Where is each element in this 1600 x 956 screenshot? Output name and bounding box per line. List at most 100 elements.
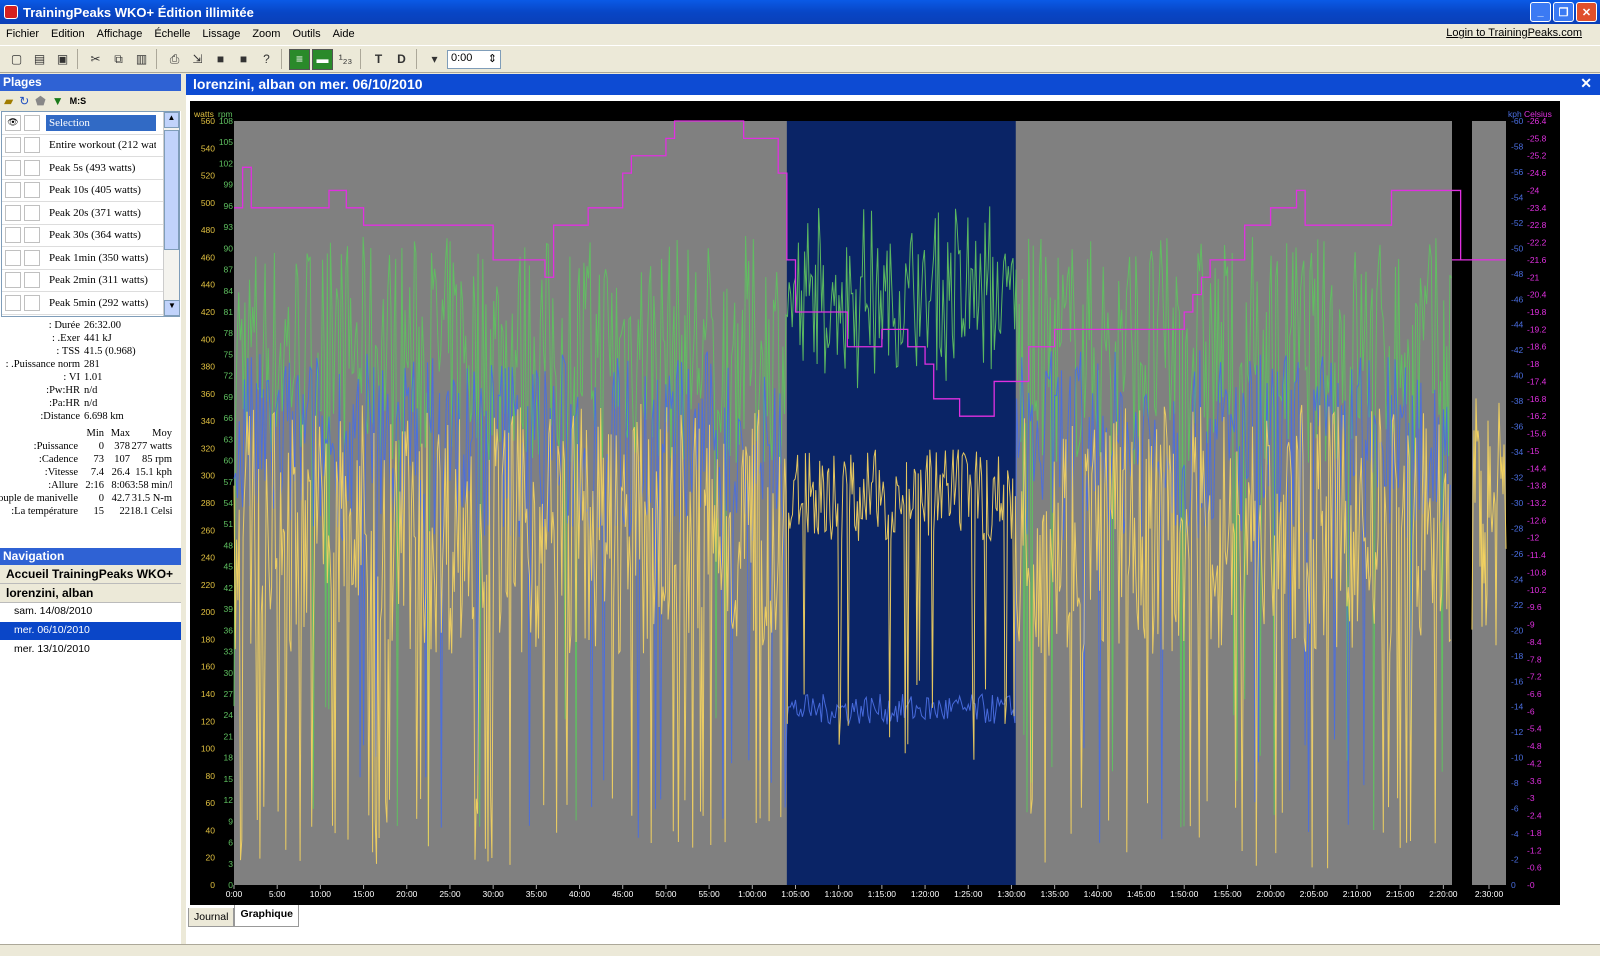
range-checkbox[interactable] [24,114,40,131]
time-tick-label: 5:00 [269,889,286,899]
celsius-tick: -14.4 [1527,463,1547,473]
eye-toggle[interactable] [5,137,21,154]
filter-icon[interactable]: ▼ [52,94,64,108]
dropdown-arrow-icon[interactable]: ▾ [424,49,445,70]
kph-tick: -12 [1511,727,1524,737]
tab-graphique[interactable]: Graphique [234,905,299,927]
watts-tick: 20 [206,853,216,863]
range-checkbox[interactable] [24,272,40,289]
kph-tick: -26 [1511,549,1524,559]
nav-date[interactable]: sam. 14/08/2010 [0,603,181,622]
nav-athlete[interactable]: lorenzini, alban [0,584,181,603]
copy-icon[interactable]: ⧉ [108,49,129,70]
range-checkbox[interactable] [24,204,40,221]
eye-icon[interactable]: 👁 [5,114,21,131]
workout-title: lorenzini, alban on mer. 06/10/2010 [193,76,423,92]
open-folder-icon[interactable]: ▤ [29,49,50,70]
eye-toggle[interactable] [5,182,21,199]
shield-icon[interactable]: ⬟ [35,94,45,108]
range-checkbox[interactable] [24,227,40,244]
menu-lissage[interactable]: Lissage [196,28,246,40]
range-checkbox[interactable] [24,182,40,199]
list-item[interactable]: Peak 5s (493 watts) [2,157,179,180]
chart-svg[interactable]: watts rpm kph Celsius0204060801001201401601… [190,101,1560,905]
login-link[interactable]: Login to TrainingPeaks.com [1446,27,1582,39]
rpm-tick: 6 [228,838,233,848]
rpm-tick: 78 [224,328,234,338]
watts-tick: 500 [201,198,215,208]
nav-date[interactable]: mer. 06/10/2010 [0,622,181,641]
distance-axis-icon[interactable]: D [391,49,412,70]
time-input[interactable]: 0:00 ⇕ [447,49,501,69]
menu-edition[interactable]: Edition [45,28,91,40]
close-icon[interactable]: ✕ [1580,75,1592,92]
scroll-up-icon[interactable]: ▲ [164,112,179,128]
new-file-icon[interactable]: ▢ [6,49,27,70]
menu-outils[interactable]: Outils [286,28,326,40]
kph-tick: -10 [1511,753,1524,763]
folder-icon[interactable]: ▰ [4,94,13,108]
list-item[interactable]: Entire workout (212 watts) [2,135,179,157]
list-item[interactable]: 👁 Selection [2,112,179,135]
tab-journal[interactable]: Journal [188,908,235,927]
list-item[interactable]: Peak 5min (292 watts) [2,292,179,315]
close-window-button[interactable]: ✕ [1576,2,1597,22]
eye-toggle[interactable] [5,227,21,244]
range-checkbox[interactable] [24,137,40,154]
ms-toggle[interactable]: M:S [70,96,87,106]
range-checkbox[interactable] [24,159,40,176]
list-item[interactable]: Peak 1min (350 watts) [2,247,179,270]
nav-home[interactable]: Accueil TrainingPeaks WKO+ [0,565,181,584]
summary-stats: Durée :26:32.00 Exer. :441 kJ TSS :41.5 … [0,317,181,518]
help-icon[interactable]: ? [256,49,277,70]
list-item[interactable]: Peak 2min (311 watts) [2,270,179,292]
rpm-tick: 81 [224,307,234,317]
watts-tick: 520 [201,171,215,181]
kph-tick: -16 [1511,676,1524,686]
restore-button[interactable]: ❐ [1553,2,1574,22]
list-item[interactable]: Peak 10s (405 watts) [2,180,179,202]
time-axis-icon[interactable]: T [368,49,389,70]
list-item[interactable]: Peak 30s (364 watts) [2,225,179,247]
kph-tick: -52 [1511,218,1524,228]
range-checkbox[interactable] [24,294,40,311]
kph-tick: -34 [1511,447,1524,457]
time-tick-label: 50:00 [655,889,677,899]
refresh-icon[interactable]: ↻ [19,94,29,108]
eye-toggle[interactable] [5,204,21,221]
watts-tick: 560 [201,116,215,126]
numeric-view-icon[interactable]: ¹₂₃ [335,49,356,70]
kph-tick: -38 [1511,396,1524,406]
menu-aide[interactable]: Aide [327,28,361,40]
range-list-scrollbar[interactable]: ▲ ▼ [163,112,179,316]
rpm-tick: 84 [224,286,234,296]
menu-echelle[interactable]: Échelle [148,28,196,40]
scroll-thumb[interactable] [164,130,179,250]
table-row: Vitesse: 7.4 26.4 15.1 kph [44,467,172,478]
graph-fill-icon[interactable]: ▬ [312,48,333,70]
eye-toggle[interactable] [5,294,21,311]
range-checkbox[interactable] [24,249,40,266]
nav-date[interactable]: mer. 13/10/2010 [0,641,181,660]
eye-toggle[interactable] [5,159,21,176]
save-icon[interactable]: ▣ [52,49,73,70]
workout-chart[interactable]: watts rpm kph Celsius 0 20 40 60 80 100 120 140 160 1… [190,101,1560,905]
graph-view-icon[interactable]: ≡ [289,48,310,70]
celsius-tick: -15 [1527,446,1540,456]
paste-icon[interactable]: ▥ [131,49,152,70]
eye-toggle[interactable] [5,249,21,266]
scroll-down-icon[interactable]: ▼ [164,300,179,316]
eye-toggle[interactable] [5,272,21,289]
menu-zoom[interactable]: Zoom [246,28,286,40]
cut-icon[interactable]: ✂ [85,49,106,70]
menu-affichage[interactable]: Affichage [91,28,149,40]
spinner-icon[interactable]: ⇕ [488,52,497,67]
export-icon[interactable]: ⇲ [187,49,208,70]
list-item[interactable]: Peak 20s (371 watts) [2,202,179,225]
print-icon[interactable]: ⎙ [164,49,185,70]
minimize-button[interactable]: _ [1530,2,1551,22]
menu-fichier[interactable]: Fichier [0,28,45,40]
celsius-tick: -22.2 [1527,238,1547,248]
celsius-tick: -19.8 [1527,307,1547,317]
rpm-tick: 99 [224,180,234,190]
